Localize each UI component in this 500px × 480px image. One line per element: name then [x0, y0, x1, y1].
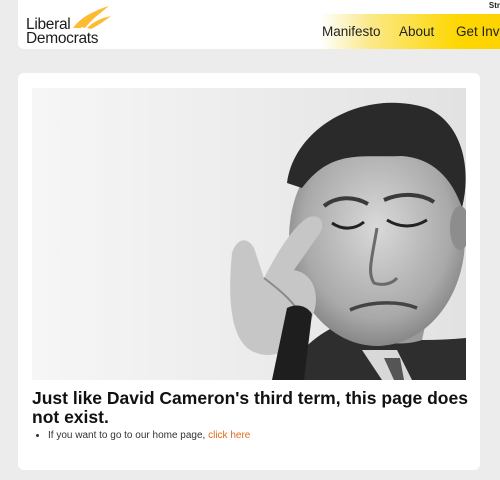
content-card: Just like David Cameron's third term, th… [18, 73, 480, 470]
liberal-democrats-logo[interactable]: Liberal Democrats [23, 4, 143, 47]
site-header: Liberal Democrats Str Manifesto About Ge… [18, 0, 500, 49]
list-item-text: If you want to go to our home page, [48, 430, 209, 441]
error-heading: Just like David Cameron's third term, th… [32, 388, 468, 427]
bird-icon [73, 6, 111, 29]
cameron-photo [32, 88, 466, 380]
header-top-link[interactable]: Str [489, 1, 500, 10]
logo-line2: Democrats [26, 30, 99, 47]
photo-illustration [32, 88, 466, 380]
nav-get-involved[interactable]: Get Invo [456, 24, 500, 39]
nav-manifesto[interactable]: Manifesto [322, 24, 381, 39]
home-page-link[interactable]: click here [208, 430, 250, 441]
list-item: If you want to go to our home page, clic… [48, 430, 250, 441]
help-list: If you want to go to our home page, clic… [32, 430, 250, 441]
nav-about[interactable]: About [399, 24, 434, 39]
